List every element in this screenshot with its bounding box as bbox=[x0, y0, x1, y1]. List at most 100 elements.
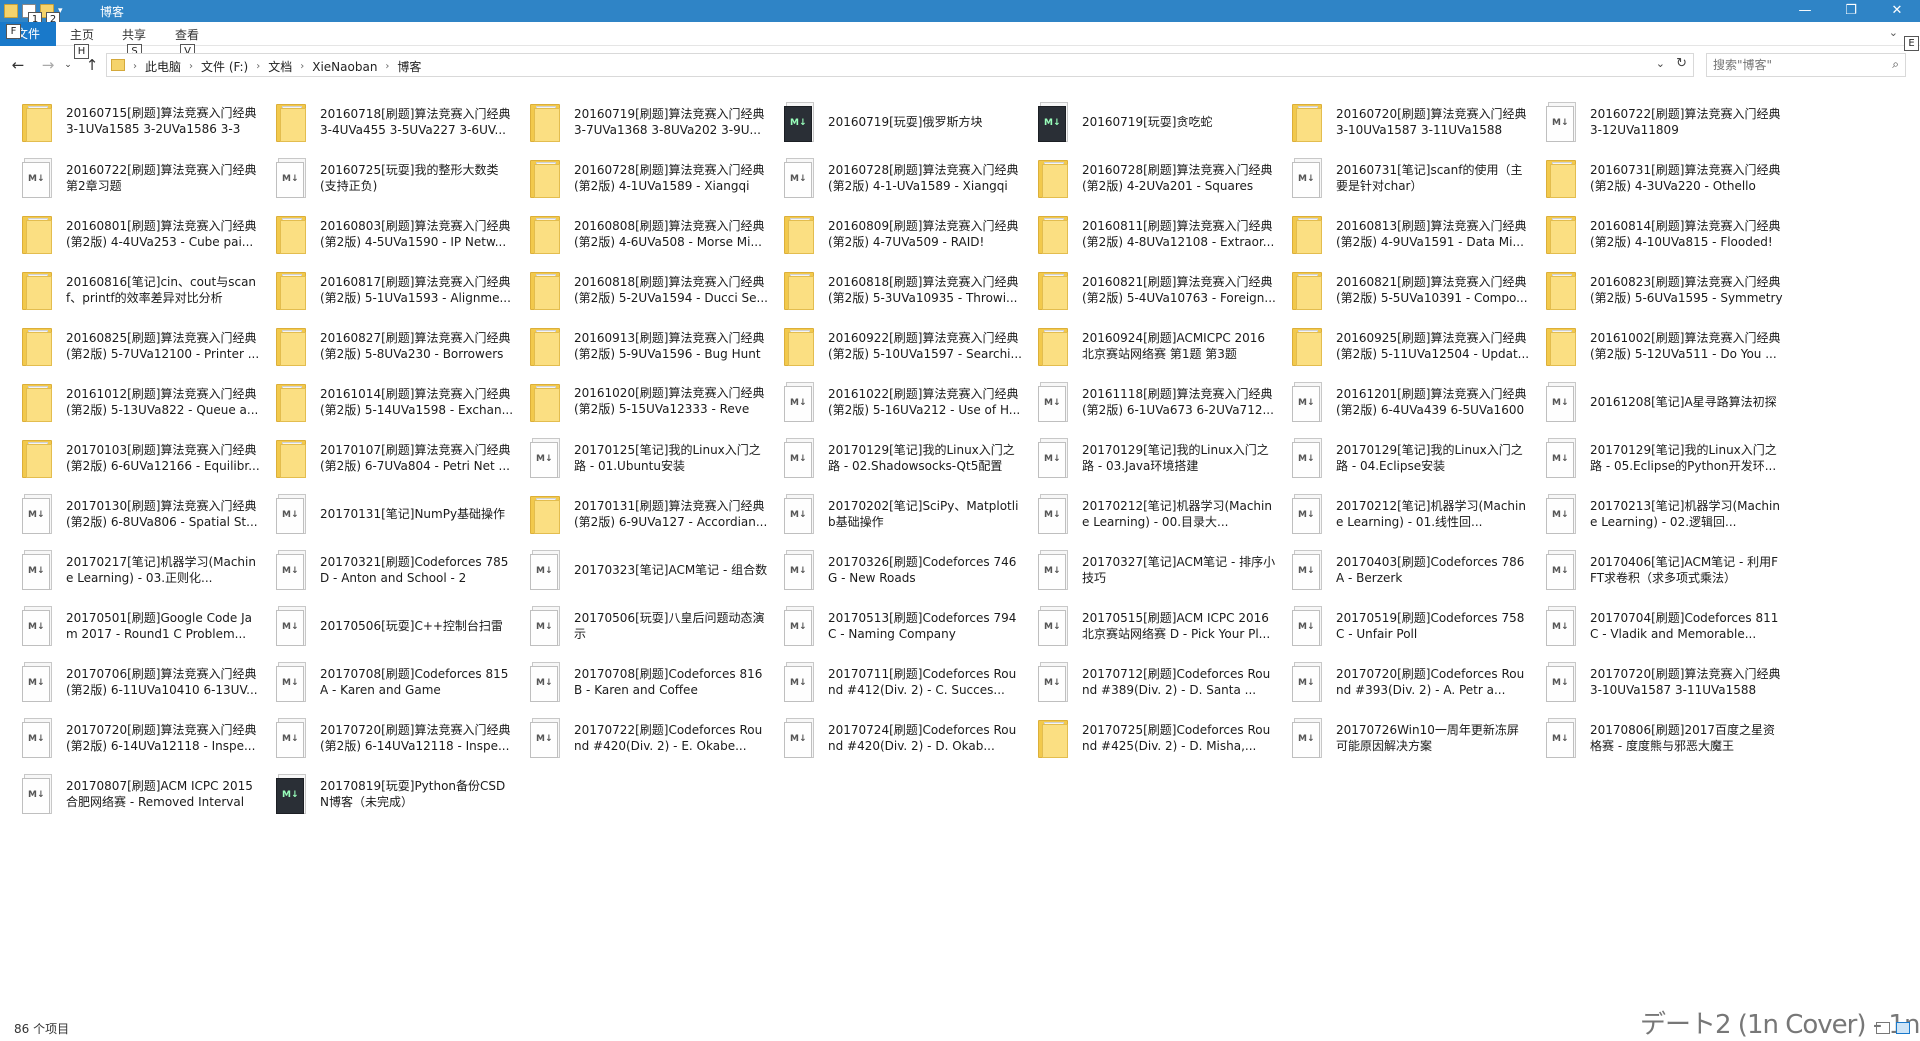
file-item[interactable]: 20160925[刷题]算法竞赛入门经典(第2版) 5-11UVa12504 -… bbox=[1290, 318, 1544, 374]
file-item[interactable]: 20160922[刷题]算法竞赛入门经典(第2版) 5-10UVa1597 - … bbox=[782, 318, 1036, 374]
large-icons-view-icon[interactable] bbox=[1896, 1022, 1910, 1034]
file-item[interactable]: 20161014[刷题]算法竞赛入门经典(第2版) 5-14UVa1598 - … bbox=[274, 374, 528, 430]
file-item[interactable]: M↓ 20170519[刷题]Codeforces 758C - Unfair P… bbox=[1290, 598, 1544, 654]
up-button[interactable]: ↑ bbox=[82, 54, 102, 76]
file-item[interactable]: M↓ 20161118[刷题]算法竞赛入门经典(第2版) 6-1UVa673 6-… bbox=[1036, 374, 1290, 430]
maximize-button[interactable]: ❐ bbox=[1828, 0, 1874, 22]
file-item[interactable]: 20160913[刷题]算法竞赛入门经典(第2版) 5-9UVa1596 - B… bbox=[528, 318, 782, 374]
folder-icon[interactable] bbox=[4, 4, 18, 18]
file-item[interactable]: 20160816[笔记]cin、cout与scanf、printf的效率差异对比… bbox=[20, 262, 274, 318]
file-item[interactable]: M↓ 20161201[刷题]算法竞赛入门经典(第2版) 6-4UVa439 6-… bbox=[1290, 374, 1544, 430]
file-item[interactable]: M↓ 20170131[笔记]NumPy基础操作 bbox=[274, 486, 528, 542]
file-item[interactable]: M↓ 20160725[玩耍]我的整形大数类(支持正负) bbox=[274, 150, 528, 206]
file-item[interactable]: M↓ 20170506[玩耍]C++控制台扫雷 bbox=[274, 598, 528, 654]
file-item[interactable]: M↓ 20170403[刷题]Codeforces 786A - Berzerk bbox=[1290, 542, 1544, 598]
file-item[interactable]: M↓ 20170326[刷题]Codeforces 746G - New Road… bbox=[782, 542, 1036, 598]
file-item[interactable]: M↓ 20170129[笔记]我的Linux入门之路 - 02.Shadowsoc… bbox=[782, 430, 1036, 486]
file-item[interactable]: 20160715[刷题]算法竞赛入门经典 3-1UVa1585 3-2UVa15… bbox=[20, 94, 274, 150]
details-view-icon[interactable] bbox=[1876, 1022, 1890, 1034]
file-item[interactable]: 20160808[刷题]算法竞赛入门经典(第2版) 4-6UVa508 - Mo… bbox=[528, 206, 782, 262]
chevron-right-icon[interactable]: › bbox=[187, 61, 195, 72]
back-button[interactable]: ← bbox=[8, 54, 28, 76]
file-item[interactable]: 20160811[刷题]算法竞赛入门经典(第2版) 4-8UVa12108 - … bbox=[1036, 206, 1290, 262]
file-item[interactable]: 20160801[刷题]算法竞赛入门经典(第2版) 4-4UVa253 - Cu… bbox=[20, 206, 274, 262]
chevron-right-icon[interactable]: › bbox=[131, 61, 139, 72]
file-item[interactable]: M↓ 20170125[笔记]我的Linux入门之路 - 01.Ubuntu安装 bbox=[528, 430, 782, 486]
file-item[interactable]: M↓ 20170506[玩耍]八皇后问题动态演示 bbox=[528, 598, 782, 654]
file-item[interactable]: M↓ 20170819[玩耍]Python备份CSDN博客（未完成） bbox=[274, 766, 528, 822]
chevron-right-icon[interactable]: › bbox=[298, 61, 306, 72]
file-item[interactable]: M↓ 20170129[笔记]我的Linux入门之路 - 03.Java环境搭建 bbox=[1036, 430, 1290, 486]
file-item[interactable]: 20160817[刷题]算法竞赛入门经典(第2版) 5-1UVa1593 - A… bbox=[274, 262, 528, 318]
file-item[interactable]: M↓ 20170323[笔记]ACM笔记 - 组合数 bbox=[528, 542, 782, 598]
file-item[interactable]: M↓ 20170212[笔记]机器学习(Machine Learning) - 0… bbox=[1036, 486, 1290, 542]
search-box[interactable]: ⌕ bbox=[1706, 53, 1906, 77]
file-item[interactable]: 20160818[刷题]算法竞赛入门经典(第2版) 5-2UVa1594 - D… bbox=[528, 262, 782, 318]
file-item[interactable]: 20160818[刷题]算法竞赛入门经典(第2版) 5-3UVa10935 - … bbox=[782, 262, 1036, 318]
file-item[interactable]: M↓ 20170501[刷题]Google Code Jam 2017 - Rou… bbox=[20, 598, 274, 654]
file-item[interactable]: 20160813[刷题]算法竞赛入门经典(第2版) 4-9UVa1591 - D… bbox=[1290, 206, 1544, 262]
file-item[interactable]: M↓ 20170130[刷题]算法竞赛入门经典(第2版) 6-8UVa806 - … bbox=[20, 486, 274, 542]
chevron-right-icon[interactable]: › bbox=[254, 61, 262, 72]
file-item[interactable]: M↓ 20170321[刷题]Codeforces 785D - Anton an… bbox=[274, 542, 528, 598]
file-item[interactable]: M↓ 20170129[笔记]我的Linux入门之路 - 05.Eclipse的P… bbox=[1544, 430, 1798, 486]
file-item[interactable]: 20170131[刷题]算法竞赛入门经典(第2版) 6-9UVa127 - Ac… bbox=[528, 486, 782, 542]
close-button[interactable]: ✕ bbox=[1874, 0, 1920, 22]
file-item[interactable]: M↓ 20170708[刷题]Codeforces 815A - Karen an… bbox=[274, 654, 528, 710]
file-item[interactable]: 20160809[刷题]算法竞赛入门经典(第2版) 4-7UVa509 - RA… bbox=[782, 206, 1036, 262]
minimize-button[interactable]: — bbox=[1782, 0, 1828, 22]
recent-locations-icon[interactable]: ⌄ bbox=[62, 54, 74, 76]
file-item[interactable]: M↓ 20170704[刷题]Codeforces 811C - Vladik a… bbox=[1544, 598, 1798, 654]
file-item[interactable]: M↓ 20170724[刷题]Codeforces Round #420(Div.… bbox=[782, 710, 1036, 766]
file-item[interactable]: M↓ 20160719[玩耍]贪吃蛇 bbox=[1036, 94, 1290, 150]
file-item[interactable]: M↓ 20170807[刷题]ACM ICPC 2015合肥网络赛 - Remov… bbox=[20, 766, 274, 822]
file-item[interactable]: 20160825[刷题]算法竞赛入门经典(第2版) 5-7UVa12100 - … bbox=[20, 318, 274, 374]
file-item[interactable]: M↓ 20160719[玩耍]俄罗斯方块 bbox=[782, 94, 1036, 150]
file-item[interactable]: M↓ 20170212[笔记]机器学习(Machine Learning) - 0… bbox=[1290, 486, 1544, 542]
file-item[interactable]: M↓ 20170202[笔记]SciPy、Matplotlib基础操作 bbox=[782, 486, 1036, 542]
file-item[interactable]: M↓ 20170720[刷题]Codeforces Round #393(Div.… bbox=[1290, 654, 1544, 710]
address-bar[interactable]: › 此电脑 › 文件 (F:) › 文档 › XieNaoban › 博客 ⌄ … bbox=[106, 53, 1694, 77]
file-item[interactable]: M↓ 20170217[笔记]机器学习(Machine Learning) - 0… bbox=[20, 542, 274, 598]
file-item[interactable]: 20160720[刷题]算法竞赛入门经典 3-10UVa1587 3-11UVa… bbox=[1290, 94, 1544, 150]
file-item[interactable]: 20170725[刷题]Codeforces Round #425(Div. 2… bbox=[1036, 710, 1290, 766]
file-item[interactable]: 20170103[刷题]算法竞赛入门经典(第2版) 6-6UVa12166 - … bbox=[20, 430, 274, 486]
file-item[interactable]: M↓ 20170720[刷题]算法竞赛入门经典 3-10UVa1587 3-11U… bbox=[1544, 654, 1798, 710]
tab-home[interactable]: 主页 bbox=[70, 26, 94, 43]
file-item[interactable]: M↓ 20161022[刷题]算法竞赛入门经典(第2版) 5-16UVa212 -… bbox=[782, 374, 1036, 430]
file-item[interactable]: 20160718[刷题]算法竞赛入门经典 3-4UVa455 3-5UVa227… bbox=[274, 94, 528, 150]
file-item[interactable]: M↓ 20170708[刷题]Codeforces 816B - Karen an… bbox=[528, 654, 782, 710]
file-item[interactable]: M↓ 20170327[笔记]ACM笔记 - 排序小技巧 bbox=[1036, 542, 1290, 598]
file-item[interactable]: 20160924[刷题]ACMICPC 2016北京赛站网络赛 第1题 第3题 bbox=[1036, 318, 1290, 374]
file-item[interactable]: M↓ 20170515[刷题]ACM ICPC 2016北京赛站网络赛 D - P… bbox=[1036, 598, 1290, 654]
tab-share[interactable]: 共享 bbox=[122, 26, 146, 43]
chevron-right-icon[interactable]: › bbox=[383, 61, 391, 72]
refresh-icon[interactable]: ↻ bbox=[1676, 56, 1687, 71]
file-item[interactable]: 20170107[刷题]算法竞赛入门经典(第2版) 6-7UVa804 - Pe… bbox=[274, 430, 528, 486]
chevron-down-icon[interactable]: ⌄ bbox=[1656, 57, 1665, 70]
file-item[interactable]: 20160728[刷题]算法竞赛入门经典(第2版) 4-2UVa201 - Sq… bbox=[1036, 150, 1290, 206]
file-item[interactable]: M↓ 20170706[刷题]算法竞赛入门经典(第2版) 6-11UVa10410… bbox=[20, 654, 274, 710]
search-icon[interactable]: ⌕ bbox=[1892, 57, 1899, 72]
file-item[interactable]: M↓ 20170711[刷题]Codeforces Round #412(Div.… bbox=[782, 654, 1036, 710]
file-item[interactable]: M↓ 20170722[刷题]Codeforces Round #420(Div.… bbox=[528, 710, 782, 766]
file-item[interactable]: M↓ 20161208[笔记]A星寻路算法初探 bbox=[1544, 374, 1798, 430]
file-item[interactable]: M↓ 20170806[刷题]2017百度之星资格赛 - 度度熊与邪恶大魔王 bbox=[1544, 710, 1798, 766]
file-item[interactable]: 20160827[刷题]算法竞赛入门经典(第2版) 5-8UVa230 - Bo… bbox=[274, 318, 528, 374]
file-item[interactable]: M↓ 20160722[刷题]算法竞赛入门经典 3-12UVa11809 bbox=[1544, 94, 1798, 150]
file-item[interactable]: M↓ 20170720[刷题]算法竞赛入门经典(第2版) 6-14UVa12118… bbox=[274, 710, 528, 766]
file-item[interactable]: M↓ 20170726Win10一周年更新冻屏可能原因解决方案 bbox=[1290, 710, 1544, 766]
file-item[interactable]: M↓ 20160731[笔记]scanf的使用（主要是针对char） bbox=[1290, 150, 1544, 206]
file-item[interactable]: 20160821[刷题]算法竞赛入门经典(第2版) 5-5UVa10391 - … bbox=[1290, 262, 1544, 318]
file-item[interactable]: 20160823[刷题]算法竞赛入门经典(第2版) 5-6UVa1595 - S… bbox=[1544, 262, 1798, 318]
file-item[interactable]: M↓ 20170720[刷题]算法竞赛入门经典(第2版) 6-14UVa12118… bbox=[20, 710, 274, 766]
file-item[interactable]: M↓ 20160728[刷题]算法竞赛入门经典(第2版) 4-1-UVa1589 … bbox=[782, 150, 1036, 206]
expand-ribbon-icon[interactable]: ⌄ bbox=[1889, 26, 1898, 39]
file-item[interactable]: 20160803[刷题]算法竞赛入门经典(第2版) 4-5UVa1590 - I… bbox=[274, 206, 528, 262]
file-item[interactable]: M↓ 20160722[刷题]算法竞赛入门经典 第2章习题 bbox=[20, 150, 274, 206]
file-item[interactable]: 20161002[刷题]算法竞赛入门经典(第2版) 5-12UVa511 - D… bbox=[1544, 318, 1798, 374]
file-item[interactable]: 20160821[刷题]算法竞赛入门经典(第2版) 5-4UVa10763 - … bbox=[1036, 262, 1290, 318]
file-item[interactable]: M↓ 20170213[笔记]机器学习(Machine Learning) - 0… bbox=[1544, 486, 1798, 542]
breadcrumb-drive[interactable]: 文件 (F:) bbox=[195, 58, 254, 75]
forward-button[interactable]: → bbox=[38, 54, 58, 76]
